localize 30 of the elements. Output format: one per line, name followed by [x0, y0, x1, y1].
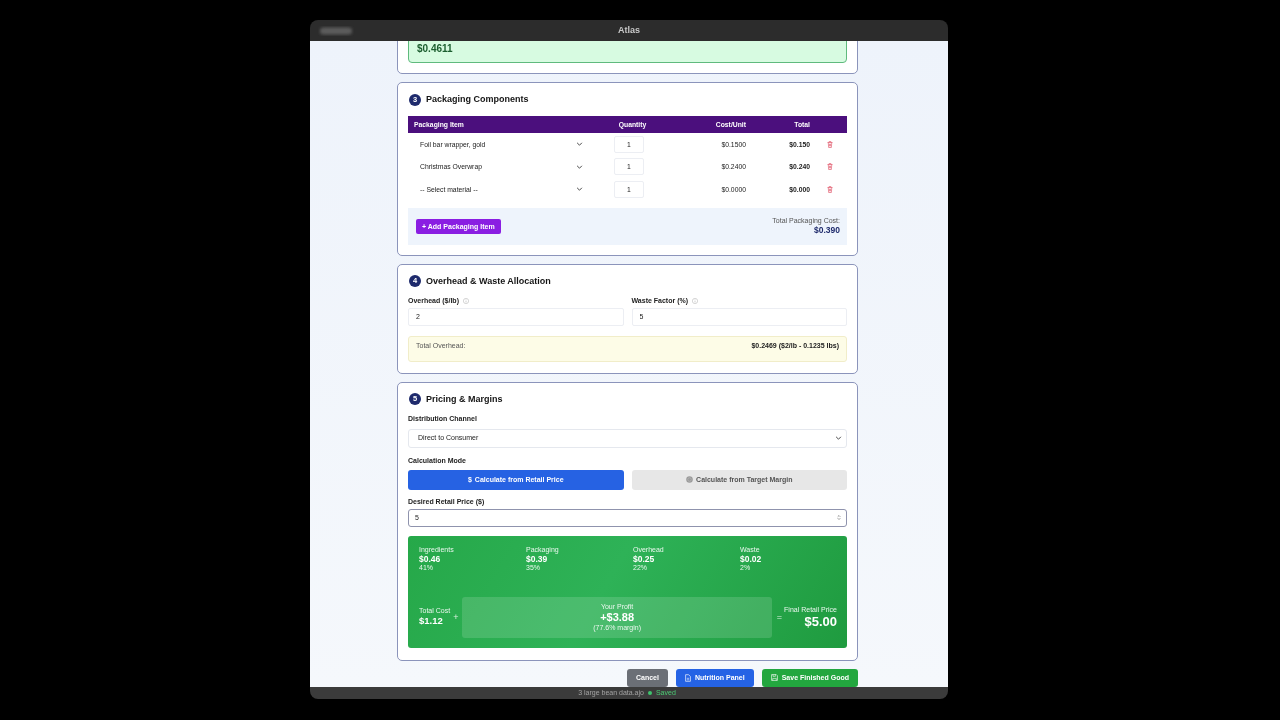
target-icon [686, 476, 694, 483]
profit-value: +$3.88 [600, 610, 635, 624]
section-title: Overhead & Waste Allocation [426, 274, 551, 288]
section-title: Pricing & Margins [426, 392, 503, 406]
section-title: Packaging Components [426, 93, 529, 106]
plus-sign: + [453, 612, 459, 622]
breakdown-value: $0.46 [419, 553, 441, 564]
breakdown-value: $0.25 [633, 553, 656, 564]
chevron-down-icon [576, 164, 583, 169]
trash-icon[interactable] [826, 140, 833, 148]
info-icon [692, 297, 699, 304]
document-icon [684, 673, 691, 682]
floppy-disk-icon [770, 674, 778, 681]
info-icon [462, 297, 469, 304]
window-controls-icon [318, 25, 354, 36]
chevron-down-icon [835, 436, 842, 440]
spinner-icon[interactable] [837, 514, 841, 521]
chevron-down-icon [576, 187, 583, 192]
equals-sign: = [776, 612, 783, 622]
trash-icon[interactable] [826, 185, 833, 193]
total-cost-value: $1.12 [419, 615, 444, 627]
breakdown-value: $0.02 [740, 553, 763, 564]
window-title: Atlas [618, 25, 640, 36]
final-price-value: $5.00 [803, 613, 837, 629]
status-dot-icon [647, 691, 652, 695]
total-value: $0.390 [814, 224, 840, 236]
chevron-down-icon [576, 142, 583, 147]
breakdown-value: $0.39 [526, 553, 548, 564]
ingredient-cost-total: $0.4611 [408, 41, 847, 63]
trash-icon[interactable] [826, 163, 833, 171]
